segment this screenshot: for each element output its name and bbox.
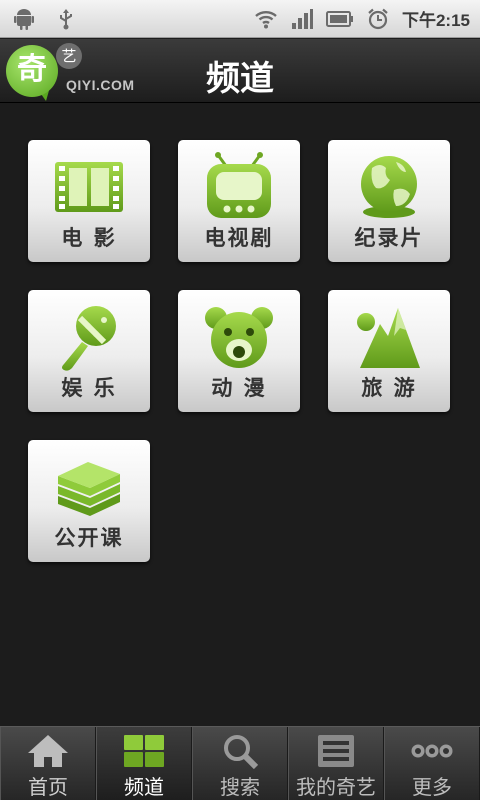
nav-item-home[interactable]: 首页 xyxy=(0,727,96,800)
app-header: 奇 艺 QIYI.COM 频道 xyxy=(0,39,480,103)
wifi-icon xyxy=(255,10,277,28)
mountain-icon xyxy=(357,308,420,368)
channel-tile-anime[interactable]: 动 漫 xyxy=(178,290,300,412)
nav-label: 频道 xyxy=(124,775,164,799)
page-title: 频道 xyxy=(206,59,274,99)
channel-tile-entertainment[interactable]: 娱 乐 xyxy=(28,290,150,412)
grid-icon xyxy=(124,735,164,767)
nav-item-more[interactable]: 更多 xyxy=(384,727,480,800)
battery-icon xyxy=(325,10,353,27)
usb-icon xyxy=(60,9,72,30)
bottom-nav: 首页 频道 搜索 我的奇艺 更多 xyxy=(0,726,480,800)
nav-item-search[interactable]: 搜索 xyxy=(192,727,288,800)
nav-label: 我的奇艺 xyxy=(296,775,376,799)
nav-item-channels[interactable]: 频道 xyxy=(96,727,192,800)
channel-label: 纪录片 xyxy=(354,226,424,250)
channel-tile-travel[interactable]: 旅 游 xyxy=(328,290,450,412)
film-icon xyxy=(55,162,123,212)
android-debug-icon xyxy=(14,9,34,30)
bear-icon xyxy=(205,307,273,368)
channel-label: 电 影 xyxy=(61,226,117,250)
search-icon xyxy=(224,735,259,769)
channel-tile-tv-series[interactable]: 电视剧 xyxy=(178,140,300,262)
books-icon xyxy=(58,462,120,516)
tv-icon xyxy=(207,152,271,218)
channel-label: 电视剧 xyxy=(204,226,274,250)
signal-icon xyxy=(291,8,313,29)
more-icon xyxy=(411,744,453,758)
nav-label: 更多 xyxy=(412,775,452,799)
nav-label: 首页 xyxy=(28,775,68,799)
microphone-icon xyxy=(62,306,116,371)
nav-label: 搜索 xyxy=(220,775,260,799)
status-time: 下午2:15 xyxy=(401,11,470,30)
channel-label: 旅 游 xyxy=(361,376,417,400)
home-icon xyxy=(28,735,68,767)
nav-item-my-qiyi[interactable]: 我的奇艺 xyxy=(288,727,384,800)
channel-label: 动 漫 xyxy=(211,376,267,400)
channel-tile-documentary[interactable]: 纪录片 xyxy=(328,140,450,262)
channel-tile-movies[interactable]: 电 影 xyxy=(28,140,150,262)
globe-icon xyxy=(361,156,417,218)
status-bar: 下午2:15 xyxy=(0,0,480,38)
alarm-icon xyxy=(368,8,388,29)
list-icon xyxy=(318,735,354,767)
channel-tile-open-course[interactable]: 公开课 xyxy=(28,440,150,562)
channel-label: 娱 乐 xyxy=(61,376,117,400)
channel-label: 公开课 xyxy=(54,526,124,550)
